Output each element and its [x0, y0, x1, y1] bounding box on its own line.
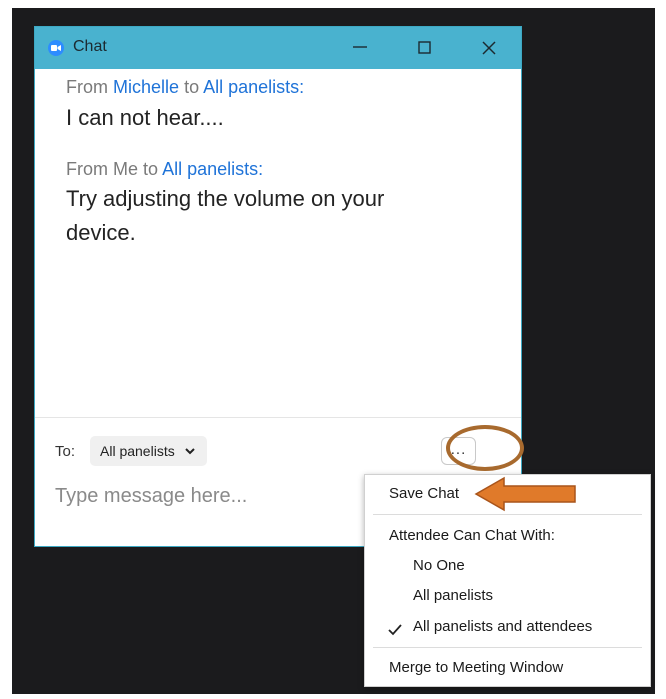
chevron-down-icon — [185, 448, 195, 455]
close-button[interactable] — [463, 27, 513, 69]
arrow-annotation-icon — [474, 476, 576, 512]
title-bar[interactable]: Chat — [35, 27, 521, 69]
minimize-icon — [353, 46, 367, 48]
sender-name[interactable]: Michelle — [113, 77, 179, 97]
close-icon — [482, 41, 496, 55]
sender-name: Me — [113, 159, 139, 179]
menu-item-all-panelists-and-attendees[interactable]: All panelists and attendees — [413, 618, 592, 635]
composer-divider — [35, 417, 521, 418]
recipient-name[interactable]: All panelists: — [162, 159, 263, 179]
recipient-selected: All panelists — [100, 443, 175, 459]
menu-item-merge-to-meeting-window[interactable]: Merge to Meeting Window — [389, 659, 563, 676]
to-label: To: — [55, 443, 76, 460]
checkmark-icon — [388, 624, 402, 636]
maximize-button[interactable] — [399, 27, 449, 69]
message-text: Try adjusting the volume on your device. — [66, 186, 385, 245]
chat-window: Chat From Michelle to All panelists: I c… — [34, 26, 522, 547]
message-header: From Michelle to All panelists: — [66, 77, 305, 97]
menu-section-header: Attendee Can Chat With: — [389, 527, 555, 544]
menu-divider — [373, 514, 642, 515]
message-header: From Me to All panelists: — [66, 159, 264, 179]
maximize-icon — [418, 41, 431, 54]
minimize-button[interactable] — [334, 27, 384, 69]
menu-item-no-one[interactable]: No One — [413, 557, 465, 574]
recipient-dropdown[interactable]: All panelists — [90, 436, 207, 466]
message-input[interactable] — [55, 479, 355, 513]
zoom-camera-icon — [48, 40, 64, 56]
highlight-annotation-ring — [446, 425, 524, 471]
menu-item-all-panelists[interactable]: All panelists — [413, 587, 493, 604]
recipient-name[interactable]: All panelists: — [203, 77, 304, 97]
menu-item-save-chat[interactable]: Save Chat — [389, 485, 459, 502]
message-text: I can not hear.... — [66, 105, 224, 130]
window-title: Chat — [73, 38, 107, 55]
menu-divider — [373, 647, 642, 648]
